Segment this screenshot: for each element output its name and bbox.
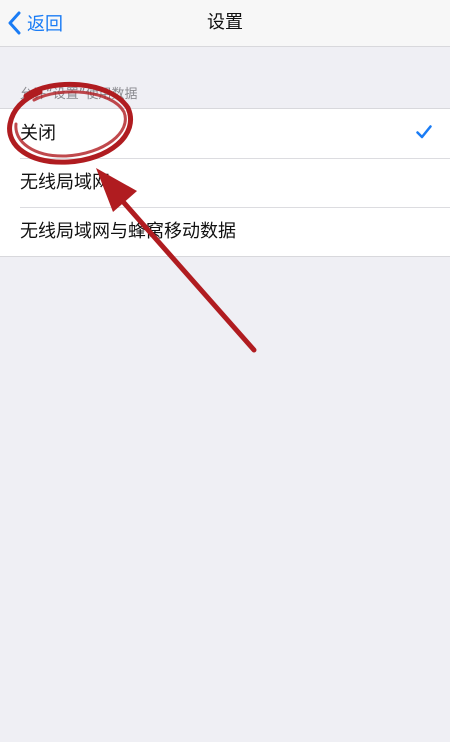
- chevron-left-icon: [8, 11, 21, 35]
- settings-page: 返回 设置 允许“设置”使用数据 关闭 无线局域网 无线局域网与蜂窝移动数据: [0, 0, 450, 742]
- option-wlan[interactable]: 无线局域网: [0, 158, 450, 207]
- option-off[interactable]: 关闭: [0, 109, 450, 158]
- option-wlan-label: 无线局域网: [20, 172, 110, 193]
- back-button[interactable]: 返回: [8, 0, 63, 46]
- checkmark-icon: [416, 125, 432, 139]
- back-button-label: 返回: [27, 14, 63, 35]
- section-header: 允许“设置”使用数据: [20, 87, 138, 102]
- option-wlan-cellular[interactable]: 无线局域网与蜂窝移动数据: [0, 207, 450, 256]
- option-off-label: 关闭: [20, 123, 56, 144]
- option-wlan-cellular-label: 无线局域网与蜂窝移动数据: [20, 221, 236, 242]
- data-usage-options: 关闭 无线局域网 无线局域网与蜂窝移动数据: [0, 108, 450, 257]
- page-title: 设置: [207, 12, 243, 33]
- navigation-bar: 返回 设置: [0, 0, 450, 47]
